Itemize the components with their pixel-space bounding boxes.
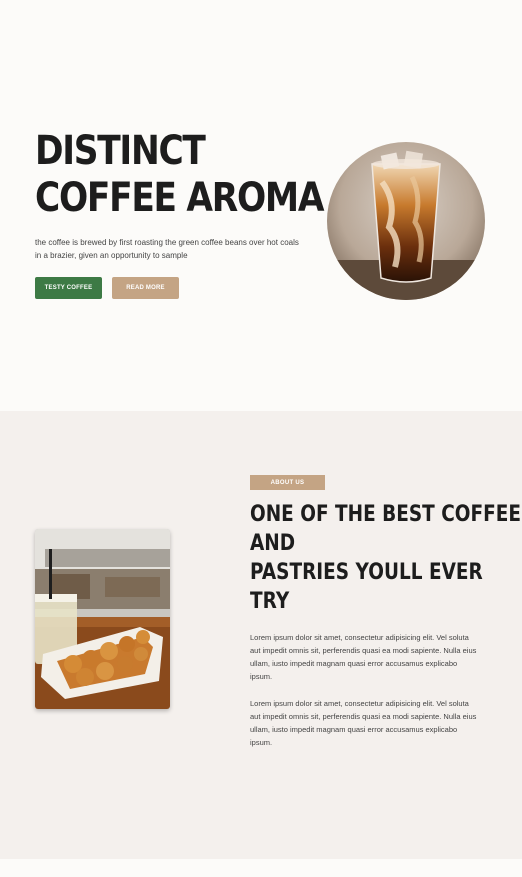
read-more-button[interactable]: READ MORE	[112, 277, 179, 299]
about-title-line-3: PASTRIES YOULL EVER	[250, 560, 483, 585]
coffee-pastries-illustration	[35, 529, 170, 709]
about-title-line-2: AND	[250, 531, 296, 556]
hero-title-line-2: COFFEE AROMA	[35, 175, 324, 221]
hero-title-line-1: DISTINCT	[35, 128, 206, 174]
about-title: ONE OF THE BEST COFFEE AND PASTRIES YOUL…	[250, 500, 521, 616]
about-paragraph-2: Lorem ipsum dolor sit amet, consectetur …	[250, 699, 477, 747]
hero-title: DISTINCT COFFEE AROMA	[35, 128, 324, 222]
hero-description: the coffee is brewed by first roasting t…	[35, 238, 299, 260]
about-paragraph-1: Lorem ipsum dolor sit amet, consectetur …	[250, 633, 477, 681]
about-title-line-1: ONE OF THE BEST COFFEE	[250, 502, 521, 527]
about-us-badge: ABOUT US	[250, 475, 325, 490]
coffee-and-pastries-image	[35, 529, 170, 709]
hero-section: DISTINCT COFFEE AROMA the coffee is brew…	[0, 0, 522, 411]
iced-coffee-image	[327, 142, 485, 300]
footer-strip	[0, 859, 522, 877]
testy-coffee-button[interactable]: TESTY COFFEE	[35, 277, 102, 299]
iced-coffee-illustration	[327, 142, 485, 300]
about-section: ABOUT US ONE OF THE BEST COFFEE AND PAST…	[0, 411, 522, 859]
about-title-line-4: TRY	[250, 589, 290, 614]
